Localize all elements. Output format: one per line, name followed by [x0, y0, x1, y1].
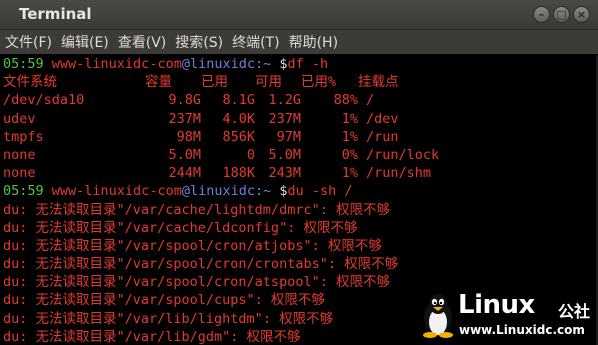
df-cell-size: 237M [168, 110, 201, 127]
prompt-time: 05:59 [3, 183, 44, 200]
du-error-line: du: 无法读取目录"/var/cache/lightdm/dmrc": 权限不… [3, 201, 390, 218]
minimize-button[interactable]: – [533, 6, 550, 23]
terminal-window: Terminal – □ × 文件(F) 编辑(E) 查看(V) 搜索(S) 终… [0, 0, 598, 345]
du-error-line: du: 无法读取目录"/var/spool/cron/crontabs": 权限… [3, 256, 399, 273]
df-cell-size: 9.8G [168, 92, 201, 109]
df-cell-mounted-on: /run [366, 128, 399, 145]
window-title: Terminal [19, 5, 92, 23]
menu-edit[interactable]: 编辑(E) [56, 32, 113, 52]
df-cell-used: 188K [222, 165, 255, 182]
prompt-host: www-linuxidc-com [51, 183, 182, 200]
prompt-sign: $ [271, 56, 288, 72]
close-button[interactable]: × [573, 6, 590, 23]
df-cell-use-percent: 88% [333, 92, 358, 109]
title-bar[interactable]: Terminal – □ × [0, 0, 598, 30]
menu-terminal[interactable]: 终端(T) [227, 32, 283, 52]
du-error-line: du: 无法读取目录"/var/cache/ldconfig": 权限不够 [3, 219, 358, 236]
df-row: /dev/sda10 9.8G 8.1G 1.2G 88% / [3, 91, 598, 109]
prompt-user: @linuxidc [181, 56, 255, 72]
tux-penguin-icon [423, 294, 453, 338]
watermark-brand: Linux [458, 290, 535, 320]
df-row: tmpfs 98M 856K 97M 1% /run [3, 128, 598, 146]
df-cell-use-percent: 0% [341, 146, 358, 163]
watermark-url: www.Linuxidc.com [459, 323, 585, 337]
df-cell-mounted-on: / [366, 92, 375, 109]
df-cell-use-percent: 1% [341, 110, 358, 127]
prompt-line: 05:59 www-linuxidc-com@linuxidc:~ $du -s… [3, 182, 598, 200]
df-cell-avail: 97M [276, 128, 301, 145]
header-used: 已用 [201, 74, 228, 91]
maximize-button[interactable]: □ [553, 6, 570, 23]
header-mounted-on: 挂载点 [358, 74, 399, 91]
df-cell-filesystem: none [3, 165, 36, 182]
df-rows: /dev/sda10 9.8G 8.1G 1.2G 88% / udev 237M 4.0K 23… [3, 91, 598, 182]
menu-view[interactable]: 查看(V) [113, 32, 171, 52]
df-cell-filesystem: /dev/sda10 [3, 92, 85, 109]
prompt-line: 05:59 www-linuxidc-com@linuxidc:~ $df -h [3, 55, 598, 73]
df-cell-avail: 237M [268, 110, 301, 127]
menu-bar: 文件(F) 编辑(E) 查看(V) 搜索(S) 终端(T) 帮助(H) [0, 30, 598, 54]
df-cell-mounted-on: /run/lock [366, 146, 440, 163]
df-cell-mounted-on: /run/shm [366, 165, 432, 182]
df-row: none 244M 188K 243M 1% /run/shm [3, 164, 598, 182]
du-error-line: du: 无法读取目录"/var/spool/cron/atjobs": 权限不够 [3, 237, 382, 254]
prompt-time: 05:59 [3, 56, 44, 72]
prompt-host: www-linuxidc-com [51, 56, 182, 72]
prompt-path: :~ [254, 183, 272, 200]
df-cell-use-percent: 1% [341, 128, 358, 145]
df-cell-used: 8.1G [222, 92, 255, 109]
df-cell-size: 244M [168, 165, 201, 182]
menu-help[interactable]: 帮助(H) [284, 32, 342, 52]
prompt-command: du -sh / [287, 183, 353, 200]
linux-watermark-logo: Linux 公社 www.Linuxidc.com [418, 288, 596, 344]
menu-file[interactable]: 文件(F) [0, 32, 56, 52]
prompt-user: @linuxidc [181, 183, 255, 200]
df-cell-filesystem: udev [3, 110, 36, 127]
df-cell-use-percent: 1% [341, 165, 358, 182]
df-cell-used: 0 [246, 146, 255, 163]
df-cell-filesystem: none [3, 146, 36, 163]
df-cell-size: 5.0M [168, 146, 201, 163]
df-header: 文件系统 容量 已用 可用 已用% 挂载点 [3, 73, 598, 91]
prompt-sign: $ [271, 183, 288, 200]
watermark-cn: 公社 [558, 302, 591, 321]
window-controls: – □ × [533, 6, 590, 23]
menu-search[interactable]: 搜索(S) [170, 32, 227, 52]
header-use-percent: 已用% [301, 74, 337, 91]
df-cell-size: 98M [176, 128, 201, 145]
header-avail: 可用 [255, 74, 282, 91]
df-cell-used: 4.0K [222, 110, 255, 127]
df-cell-filesystem: tmpfs [3, 128, 44, 145]
df-row: none 5.0M 0 5.0M 0% /run/lock [3, 146, 598, 164]
df-cell-avail: 1.2G [268, 92, 301, 109]
prompt-path: :~ [254, 56, 272, 72]
df-cell-used: 856K [222, 128, 255, 145]
df-cell-mounted-on: /dev [366, 110, 399, 127]
df-row: udev 237M 4.0K 237M 1% /dev [3, 110, 598, 128]
df-cell-avail: 5.0M [268, 146, 301, 163]
df-cell-avail: 243M [268, 165, 301, 182]
header-size: 容量 [145, 74, 172, 91]
header-filesystem: 文件系统 [3, 74, 57, 91]
prompt-command: df -h [287, 56, 329, 72]
